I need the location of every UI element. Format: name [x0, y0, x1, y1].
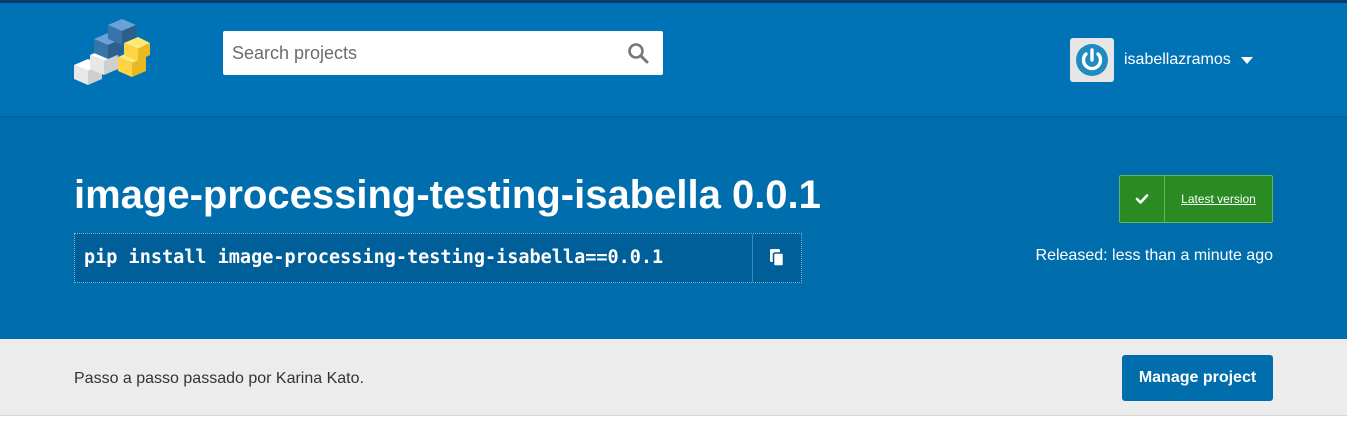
pypi-logo-icon[interactable] [72, 17, 150, 87]
pip-command[interactable]: pip install image-processing-testing-isa… [75, 234, 752, 282]
package-banner [0, 118, 1347, 339]
search-icon[interactable] [626, 41, 650, 65]
check-icon [1120, 176, 1165, 222]
avatar [1070, 38, 1114, 82]
search-box [223, 31, 663, 75]
caret-down-icon [1240, 56, 1253, 64]
pip-install-box: pip install image-processing-testing-isa… [74, 233, 802, 283]
gravatar-power-icon [1076, 44, 1108, 76]
copy-button[interactable] [752, 234, 801, 282]
user-menu-button[interactable]: isabellazramos [1070, 38, 1253, 82]
search-input[interactable] [223, 31, 613, 75]
release-date: Released: less than a minute ago [1035, 247, 1273, 264]
package-description: Passo a passo passado por Karina Kato. [74, 370, 364, 387]
latest-version-link[interactable]: Latest version [1165, 176, 1272, 222]
username-label: isabellazramos [1124, 51, 1231, 68]
manage-project-button[interactable]: Manage project [1122, 355, 1273, 401]
package-title: image-processing-testing-isabella 0.0.1 [74, 173, 821, 217]
latest-version-button[interactable]: Latest version [1119, 175, 1273, 223]
copy-icon [770, 249, 785, 267]
